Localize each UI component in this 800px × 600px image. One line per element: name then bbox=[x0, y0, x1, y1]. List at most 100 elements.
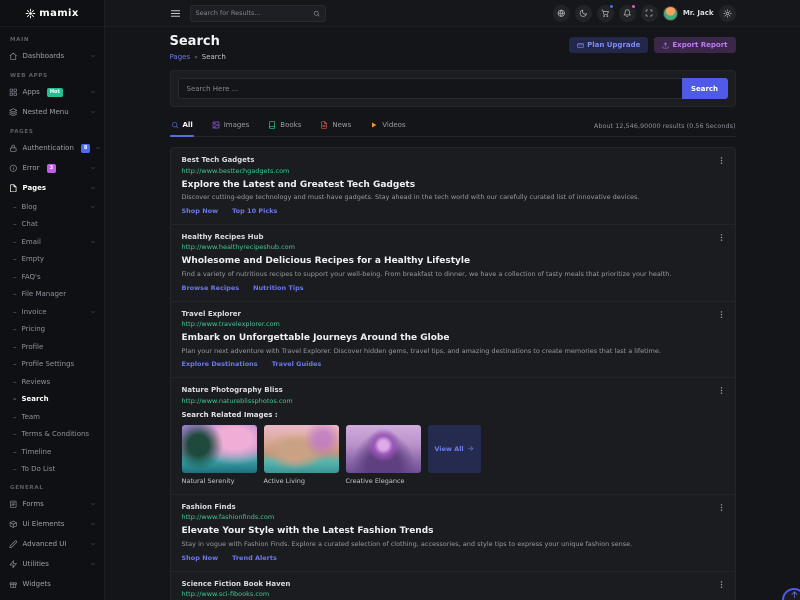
sidebar-item-pages[interactable]: Pages bbox=[9, 178, 96, 198]
sidebar-subitem-email[interactable]: Email bbox=[9, 233, 96, 251]
image-thumbnail-active-living[interactable] bbox=[264, 425, 339, 473]
result-options-icon[interactable] bbox=[717, 233, 726, 242]
sidebar-item-label: Widgets bbox=[23, 580, 51, 588]
chevron-down-icon bbox=[95, 145, 101, 151]
result-link-nutrition-tips[interactable]: Nutrition Tips bbox=[253, 284, 303, 292]
result-link-explore-destinations[interactable]: Explore Destinations bbox=[182, 360, 258, 368]
result-headline[interactable]: Wholesome and Delicious Recipes for a He… bbox=[182, 256, 724, 266]
breadcrumb-current: Search bbox=[202, 53, 226, 61]
sidebar-subitem-label: Team bbox=[22, 413, 41, 421]
sidebar-subitem-terms-conditions[interactable]: Terms & Conditions bbox=[9, 426, 96, 444]
tab-books[interactable]: Books bbox=[267, 116, 302, 136]
sidebar-item-authentication[interactable]: Authentication8 bbox=[9, 138, 96, 158]
result-headline[interactable]: Elevate Your Style with the Latest Fashi… bbox=[182, 526, 724, 536]
search-result-healthy-recipes-hub: Healthy Recipes Hubhttp://www.healthyrec… bbox=[171, 225, 735, 302]
result-link-travel-guides[interactable]: Travel Guides bbox=[272, 360, 322, 368]
sidebar-item-nested-menu[interactable]: Nested Menu bbox=[9, 102, 96, 122]
result-link-browse-recipes[interactable]: Browse Recipes bbox=[182, 284, 240, 292]
topbar-search-input[interactable] bbox=[196, 9, 309, 17]
search-icon[interactable] bbox=[313, 10, 320, 17]
sidebar-item-label: Utilities bbox=[23, 560, 49, 568]
user-avatar[interactable] bbox=[663, 6, 678, 21]
sidebar-subitem-label: Invoice bbox=[22, 308, 47, 316]
result-link-trend-alerts[interactable]: Trend Alerts bbox=[232, 554, 277, 562]
sidebar-item-forms[interactable]: Forms bbox=[9, 494, 96, 514]
image-thumbnail-creative-elegance[interactable] bbox=[346, 425, 421, 473]
result-options-icon[interactable] bbox=[717, 580, 726, 589]
settings-button[interactable] bbox=[719, 5, 736, 22]
sidebar-subitem-pricing[interactable]: Pricing bbox=[9, 321, 96, 339]
result-url[interactable]: http://www.natureblissphotos.com bbox=[182, 397, 724, 405]
chevron-down-icon bbox=[90, 204, 96, 210]
view-all-button[interactable]: View All bbox=[428, 425, 481, 473]
sidebar-subitem-faq-s[interactable]: FAQ's bbox=[9, 268, 96, 286]
sidebar-subitem-file-manager[interactable]: File Manager bbox=[9, 286, 96, 304]
sidebar-subitem-blog[interactable]: Blog bbox=[9, 198, 96, 216]
result-site-name: Travel Explorer bbox=[182, 310, 724, 318]
result-link-top-10-picks[interactable]: Top 10 Picks bbox=[232, 207, 277, 215]
brand-logo[interactable]: mamix bbox=[0, 0, 104, 27]
notifications-button[interactable] bbox=[619, 5, 636, 22]
sidebar-subitem-profile[interactable]: Profile bbox=[9, 338, 96, 356]
sidebar-item-advanced-ui[interactable]: Advanced UI bbox=[9, 534, 96, 554]
tab-videos[interactable]: Videos bbox=[369, 116, 406, 136]
result-options-icon[interactable] bbox=[717, 503, 726, 512]
tab-label: News bbox=[332, 121, 351, 129]
breadcrumb-parent[interactable]: Pages bbox=[170, 53, 191, 61]
chevron-down-icon bbox=[90, 239, 96, 245]
sidebar-subitem-reviews[interactable]: Reviews bbox=[9, 373, 96, 391]
sidebar-item-apps[interactable]: AppsHot bbox=[9, 82, 96, 102]
result-options-icon[interactable] bbox=[717, 386, 726, 395]
tab-news[interactable]: News bbox=[319, 116, 352, 136]
fullscreen-button[interactable] bbox=[641, 5, 658, 22]
sidebar-item-error[interactable]: Error3 bbox=[9, 158, 96, 178]
cart-icon bbox=[601, 9, 610, 18]
sidebar-subitem-profile-settings[interactable]: Profile Settings bbox=[9, 356, 96, 374]
chevron-down-icon bbox=[90, 541, 96, 547]
sidebar-item-ui-elements[interactable]: Ui Elements bbox=[9, 514, 96, 534]
chevron-down-icon bbox=[90, 109, 96, 115]
result-url[interactable]: http://www.besttechgadgets.com bbox=[182, 167, 724, 175]
image-thumbnail-natural-serenity[interactable] bbox=[182, 425, 257, 473]
sidebar-subitem-to-do-list[interactable]: To Do List bbox=[9, 461, 96, 479]
sidebar-section-web-apps: Web Apps bbox=[10, 73, 96, 79]
result-options-icon[interactable] bbox=[717, 310, 726, 319]
tab-all[interactable]: All bbox=[170, 116, 194, 136]
hamburger-menu-icon[interactable] bbox=[170, 8, 181, 19]
related-image: Active Living bbox=[264, 425, 339, 485]
export-report-button[interactable]: Export Report bbox=[654, 37, 735, 53]
action-label: Export Report bbox=[672, 41, 727, 49]
result-url[interactable]: http://www.fashionfinds.com bbox=[182, 513, 724, 521]
sidebar-subitem-empty[interactable]: Empty bbox=[9, 251, 96, 269]
tab-images[interactable]: Images bbox=[211, 116, 251, 136]
sidebar-subitem-search[interactable]: Search bbox=[9, 391, 96, 409]
result-link-shop-now[interactable]: Shop Now bbox=[182, 554, 219, 562]
result-headline[interactable]: Embark on Unforgettable Journeys Around … bbox=[182, 333, 724, 343]
sidebar-subitem-timeline[interactable]: Timeline bbox=[9, 443, 96, 461]
search-button[interactable]: Search bbox=[682, 78, 728, 99]
cart-button[interactable] bbox=[597, 5, 614, 22]
result-link-shop-now[interactable]: Shop Now bbox=[182, 207, 219, 215]
result-headline[interactable]: Explore the Latest and Greatest Tech Gad… bbox=[182, 180, 724, 190]
translate-button[interactable] bbox=[553, 5, 570, 22]
search-input[interactable] bbox=[178, 78, 682, 99]
result-url[interactable]: http://www.healthyrecipeshub.com bbox=[182, 243, 724, 251]
dark-mode-button[interactable] bbox=[575, 5, 592, 22]
user-name[interactable]: Mr. Jack bbox=[683, 9, 714, 17]
result-options-icon[interactable] bbox=[717, 156, 726, 165]
sidebar-item-dashboards[interactable]: Dashboards bbox=[9, 46, 96, 66]
result-url[interactable]: http://www.travelexplorer.com bbox=[182, 320, 724, 328]
sidebar-subitem-team[interactable]: Team bbox=[9, 408, 96, 426]
result-url[interactable]: http://www.sci-fibooks.com bbox=[182, 590, 724, 598]
plan-upgrade-button[interactable]: Plan Upgrade bbox=[569, 37, 648, 53]
pages-icon bbox=[9, 184, 18, 193]
sidebar-item-label: Ui Elements bbox=[23, 520, 65, 528]
export-icon bbox=[662, 42, 669, 49]
brand-gear-icon bbox=[25, 8, 36, 19]
chevron-down-icon bbox=[90, 561, 96, 567]
sidebar-subitem-invoice[interactable]: Invoice bbox=[9, 303, 96, 321]
sidebar-item-widgets[interactable]: Widgets bbox=[9, 574, 96, 594]
tab-label: Videos bbox=[382, 121, 405, 129]
sidebar-item-utilities[interactable]: Utilities bbox=[9, 554, 96, 574]
sidebar-subitem-chat[interactable]: Chat bbox=[9, 216, 96, 234]
